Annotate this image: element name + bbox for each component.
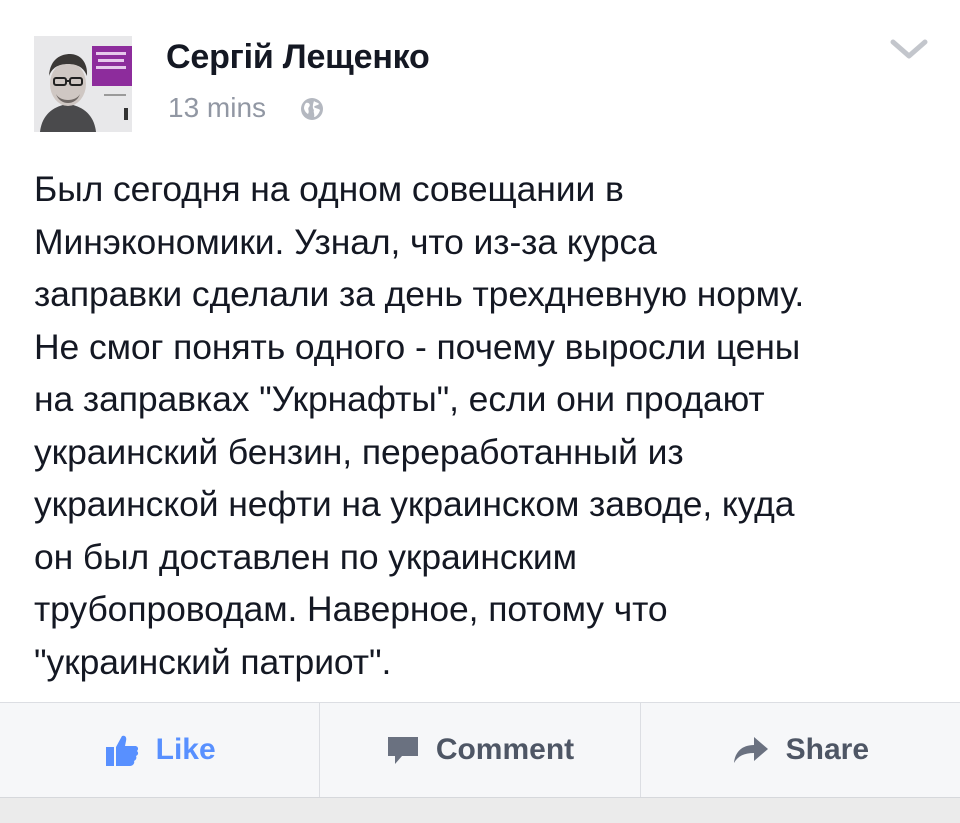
- post-timestamp[interactable]: 13 mins: [168, 92, 266, 124]
- post-text: Был сегодня на одном совещании в Минэкон…: [34, 169, 805, 682]
- comment-label: Comment: [435, 733, 575, 766]
- avatar[interactable]: [34, 36, 132, 132]
- share-icon: [733, 737, 768, 763]
- thumbs-up-icon: [105, 735, 138, 766]
- post-card: Сергій Лещенко 13 mins Был сегодня на од…: [0, 0, 960, 702]
- comment-button[interactable]: Comment: [319, 703, 639, 797]
- globe-icon: [300, 96, 324, 120]
- share-label: Share: [785, 733, 870, 766]
- like-button[interactable]: Like: [0, 703, 319, 797]
- post-meta: 13 mins: [168, 90, 324, 126]
- share-button[interactable]: Share: [639, 703, 960, 797]
- author-name[interactable]: Сергій Лещенко: [166, 38, 430, 77]
- chevron-down-icon[interactable]: [889, 38, 929, 62]
- comment-icon: [387, 737, 418, 764]
- like-label: Like: [155, 733, 216, 766]
- action-bar: Like Comment Share: [0, 702, 960, 798]
